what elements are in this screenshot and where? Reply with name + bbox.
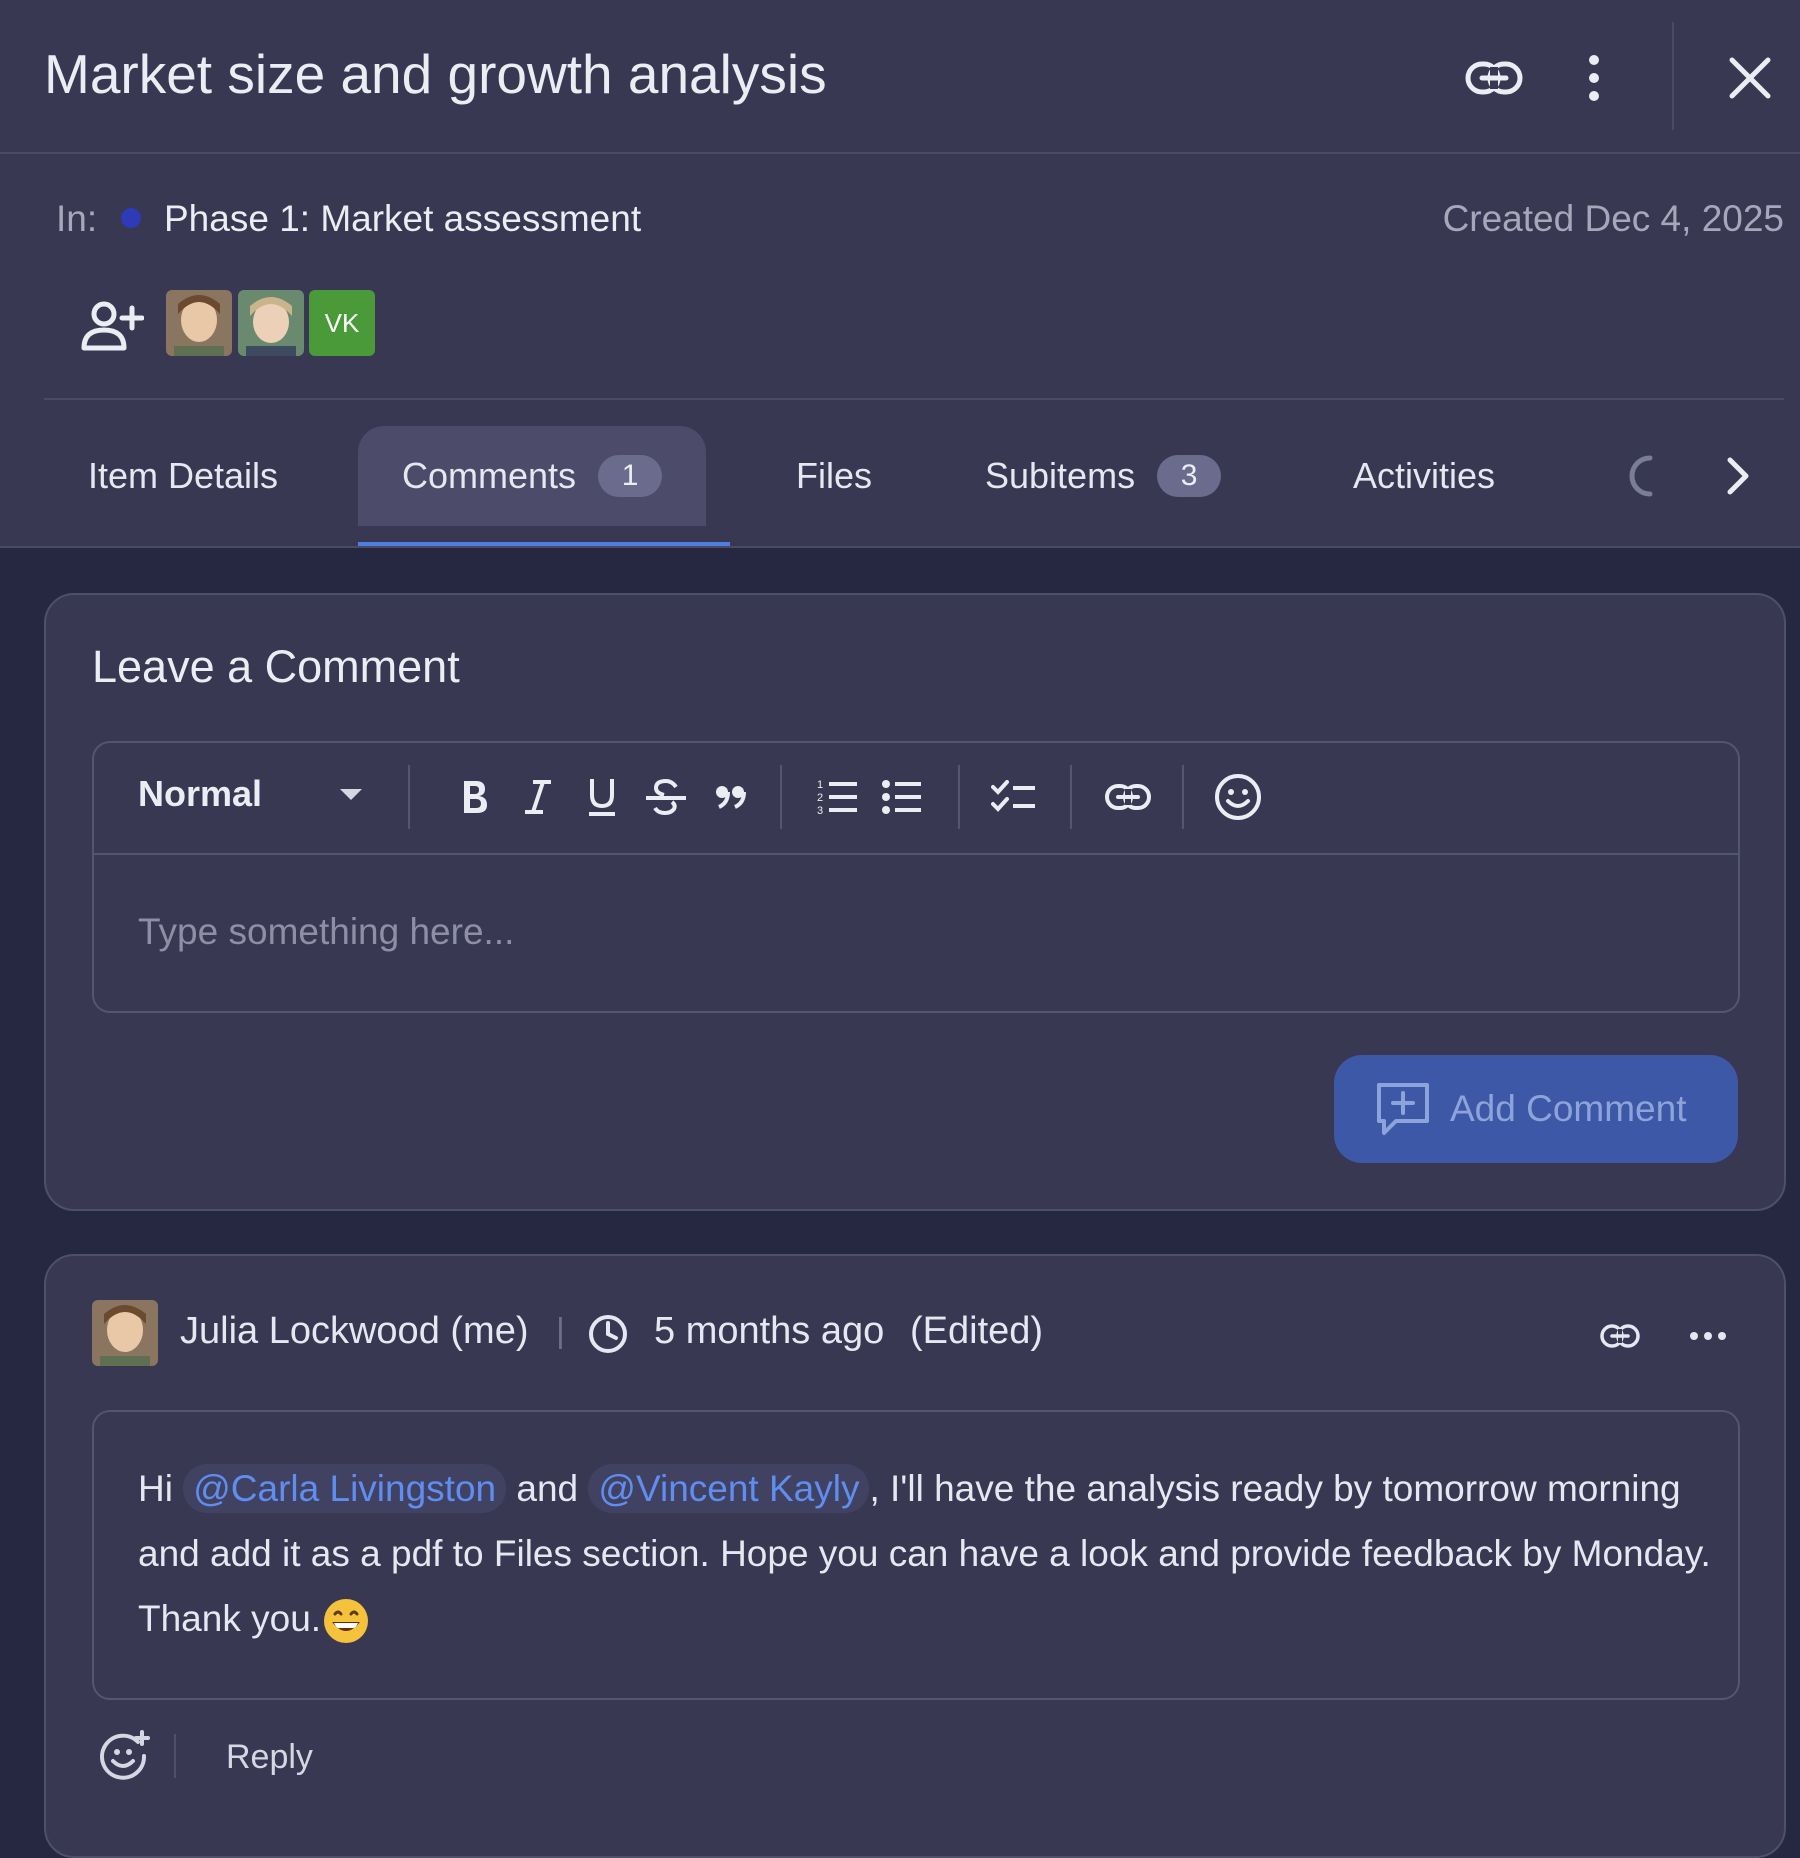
link-icon[interactable] xyxy=(1100,769,1156,825)
tab-bar: Item Details Comments 1 Files Subitems 3… xyxy=(0,404,1800,548)
comment-input[interactable]: Type something here... xyxy=(138,911,514,953)
close-icon[interactable] xyxy=(1718,46,1782,110)
avatar[interactable] xyxy=(238,290,304,356)
in-label: In: xyxy=(56,198,98,239)
avatar-initials[interactable]: VK xyxy=(309,290,375,356)
toolbar-divider xyxy=(1070,765,1072,829)
svg-text:3: 3 xyxy=(817,805,823,817)
item-panel: Market size and growth analysis In: Phas… xyxy=(0,0,1800,548)
tab-label: Subitems xyxy=(985,455,1136,496)
tab-activities[interactable]: Activities xyxy=(1353,426,1495,526)
italic-icon[interactable] xyxy=(510,769,566,825)
more-horizontal-icon[interactable] xyxy=(1682,1310,1734,1362)
panel-header: Market size and growth analysis xyxy=(0,0,1800,154)
tab-subitems[interactable]: Subitems 3 xyxy=(985,426,1222,526)
meta-divider xyxy=(44,398,1784,400)
comment-body: Hi @Carla Livingston and @Vincent Kayly,… xyxy=(92,1410,1740,1700)
chevron-right-icon[interactable] xyxy=(1724,426,1752,526)
underline-icon[interactable] xyxy=(574,769,630,825)
quote-icon[interactable] xyxy=(702,769,758,825)
tab-label: Files xyxy=(796,455,873,496)
mention-link[interactable]: @Carla Livingston xyxy=(183,1464,507,1513)
link-icon[interactable] xyxy=(1594,1310,1646,1362)
mention-link[interactable]: @Vincent Kayly xyxy=(588,1464,870,1513)
phase-link[interactable]: Phase 1: Market assessment xyxy=(164,198,641,240)
reply-button[interactable]: Reply xyxy=(226,1738,313,1777)
add-user-icon[interactable] xyxy=(78,296,146,356)
chevron-down-icon[interactable] xyxy=(340,789,362,800)
phase-color-dot xyxy=(121,208,141,228)
tab-comments[interactable]: Comments 1 xyxy=(358,426,707,526)
add-comment-icon xyxy=(1374,1080,1432,1138)
tab-label: Item Details xyxy=(88,455,279,496)
comment-card: Julia Lockwood (me) | 5 months ago (Edit… xyxy=(44,1254,1786,1858)
link-icon[interactable] xyxy=(1462,46,1526,110)
comment-text: Hi @Carla Livingston and @Vincent Kayly,… xyxy=(138,1456,1718,1651)
tab-files[interactable]: Files xyxy=(796,426,872,526)
header-divider xyxy=(1672,22,1674,130)
comments-count-badge: 1 xyxy=(598,455,663,497)
toolbar-divider xyxy=(1182,765,1184,829)
text-segment: Hi xyxy=(138,1468,173,1509)
grinning-emoji-icon xyxy=(321,1596,371,1646)
comment-form-card: Leave a Comment Normal 123 Type somethin… xyxy=(44,593,1786,1211)
tab-label: Comments xyxy=(402,455,577,496)
meta-separator: | xyxy=(556,1312,565,1350)
comment-editor: Normal 123 Type something here... xyxy=(92,741,1740,1013)
comment-time: 5 months ago xyxy=(654,1310,885,1352)
comment-author: Julia Lockwood (me) xyxy=(180,1310,529,1352)
avatar[interactable] xyxy=(92,1300,158,1366)
strikethrough-icon[interactable] xyxy=(638,769,694,825)
edited-label: (Edited) xyxy=(910,1310,1044,1352)
bullet-list-icon[interactable] xyxy=(874,769,930,825)
action-divider xyxy=(174,1734,176,1778)
emoji-icon[interactable] xyxy=(1210,769,1266,825)
toolbar-divider xyxy=(958,765,960,829)
item-title: Market size and growth analysis xyxy=(44,43,827,105)
ordered-list-icon[interactable]: 123 xyxy=(810,769,866,825)
loading-spinner-icon xyxy=(1622,426,1662,526)
svg-text:1: 1 xyxy=(817,779,823,791)
subitems-count-badge: 3 xyxy=(1157,455,1222,497)
bold-icon[interactable] xyxy=(446,769,502,825)
format-select[interactable]: Normal xyxy=(138,773,262,815)
avatar[interactable] xyxy=(166,290,232,356)
svg-text:2: 2 xyxy=(817,792,823,804)
created-date: Created Dec 4, 2025 xyxy=(1442,198,1784,239)
toolbar-divider xyxy=(408,765,410,829)
toolbar-divider xyxy=(780,765,782,829)
text-segment: and xyxy=(516,1468,579,1509)
add-reaction-icon[interactable] xyxy=(98,1730,150,1782)
tab-item-details[interactable]: Item Details xyxy=(88,426,278,526)
comment-form-title: Leave a Comment xyxy=(92,641,460,692)
checklist-icon[interactable] xyxy=(986,769,1042,825)
tabs-divider xyxy=(0,546,1800,548)
clock-icon xyxy=(588,1314,628,1354)
add-comment-label: Add Comment xyxy=(1450,1088,1687,1129)
add-comment-button[interactable]: Add Comment xyxy=(1334,1055,1738,1163)
tab-label: Activities xyxy=(1353,455,1496,496)
more-vertical-icon[interactable] xyxy=(1562,46,1626,110)
editor-toolbar: Normal 123 xyxy=(94,743,1738,855)
